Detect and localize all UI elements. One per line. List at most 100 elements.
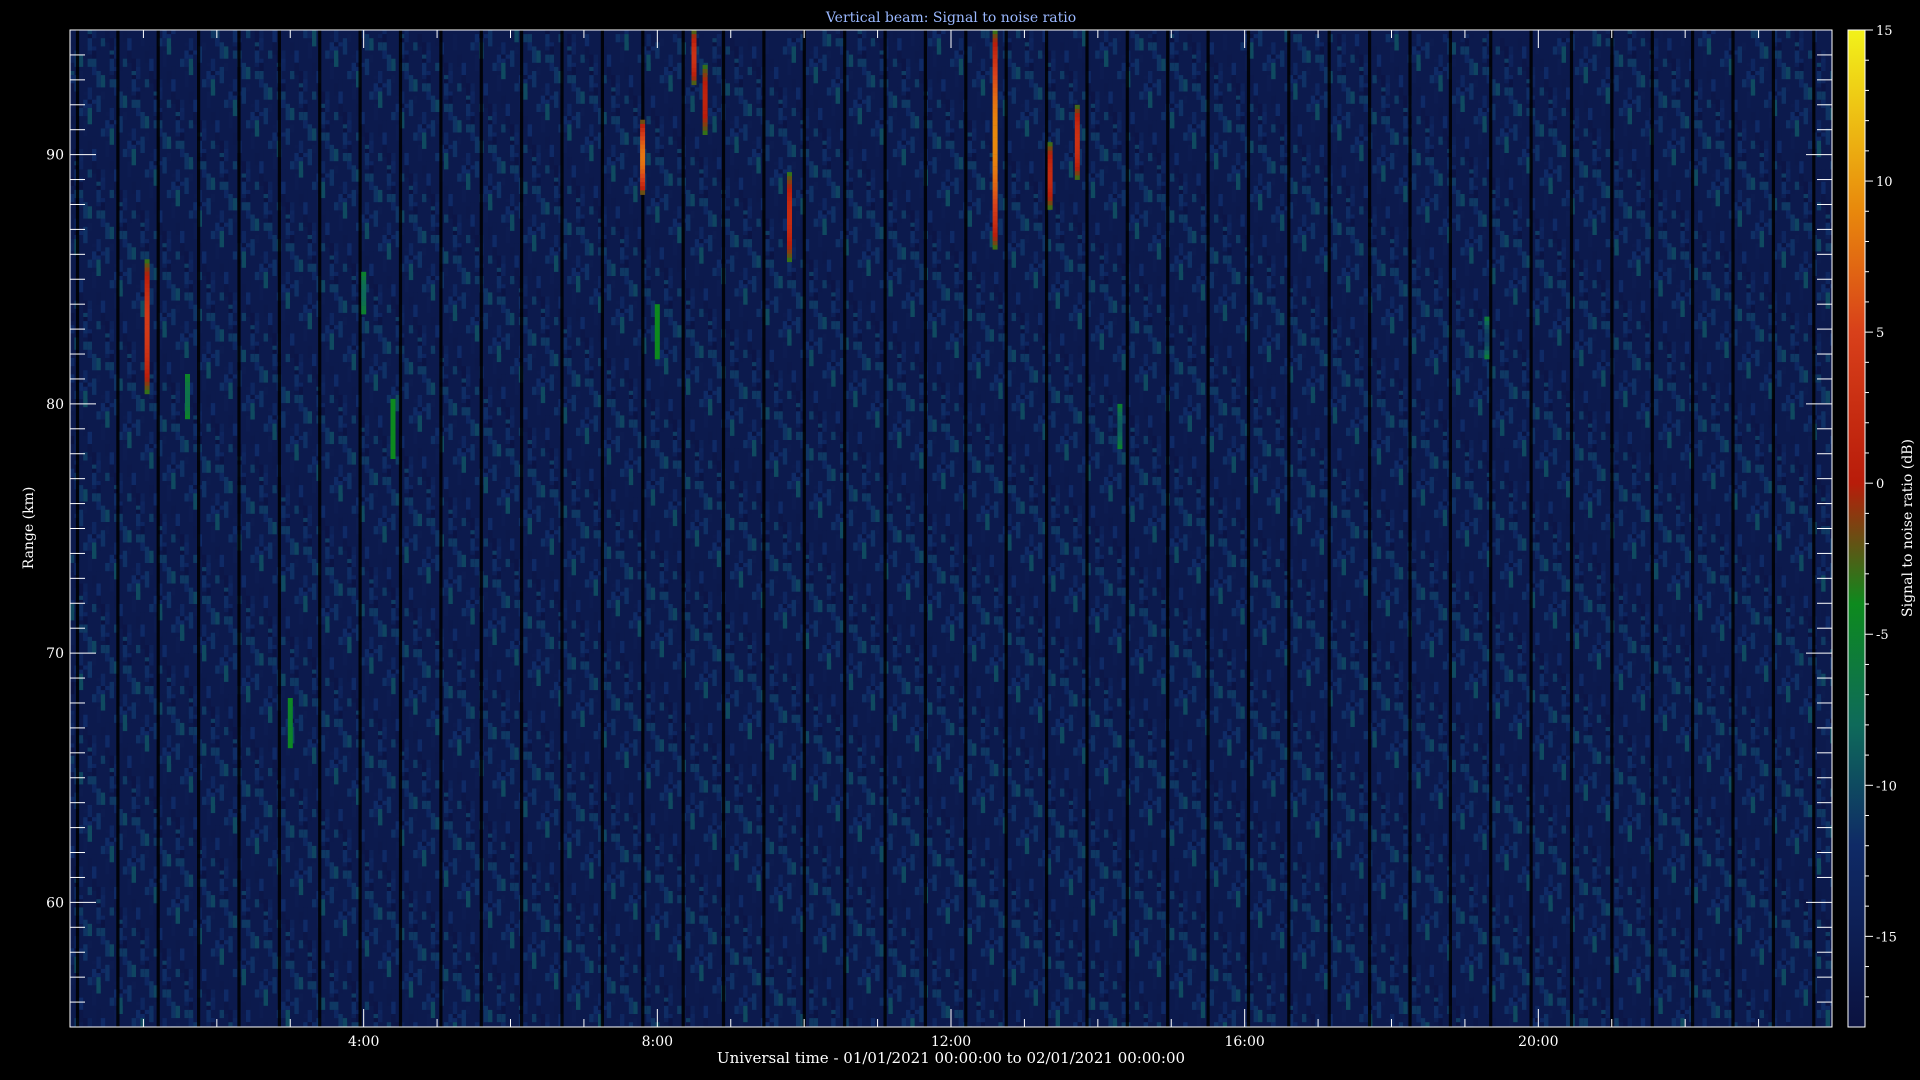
echo-cell: [702, 89, 708, 94]
snr-chart: 4:00 8:00 12:00 16:00 20:00 60 70 80 90 Vertical…: [21, 10, 1916, 1067]
echo-cell: [992, 158, 998, 163]
echo-cell: [992, 141, 998, 147]
echo-cell: [992, 129, 998, 134]
echo-cell: [1047, 184, 1053, 189]
echo-cell: [992, 187, 998, 192]
echo-cell: [992, 121, 998, 126]
echo-4: [361, 271, 367, 315]
echo-cell: [992, 133, 998, 138]
echo-cell: [390, 438, 396, 444]
colorbar-ticks: 15 10 5 0 -5 -10 -15: [1865, 24, 1897, 998]
echo-cell: [654, 304, 660, 309]
echo-cell: [390, 422, 396, 428]
echo-cell: [654, 346, 660, 351]
echo-cell: [691, 55, 697, 60]
echo-cell: [1074, 171, 1080, 176]
echo-cell: [1484, 342, 1490, 347]
echo-cell: [992, 195, 998, 200]
echo-cell: [1117, 412, 1123, 417]
echo-cell: [691, 46, 697, 52]
colorbar: [1847, 29, 1866, 1028]
colorbar-tick-label: 15: [1876, 24, 1893, 39]
y-tick-label: 80: [46, 397, 64, 413]
echo-cell: [390, 406, 396, 412]
echo-cell: [992, 46, 998, 51]
x-tick-label: 4:00: [348, 1034, 379, 1050]
echo-cell: [1047, 196, 1053, 202]
echo-cell: [787, 180, 792, 185]
echo-cell: [654, 312, 660, 318]
echo-cell: [361, 271, 367, 277]
echo-cell: [144, 381, 150, 387]
echo-cell: [1047, 201, 1053, 206]
echo-cell: [640, 132, 646, 137]
echo-cell: [992, 63, 998, 68]
heatmap-area: [70, 30, 1832, 1027]
echo-cell: [787, 257, 792, 263]
echo-cell: [702, 101, 708, 107]
echo-cell: [640, 190, 646, 195]
echo-cell: [1074, 142, 1080, 147]
echo-cell: [144, 353, 150, 358]
echo-cell: [361, 276, 367, 281]
echo-cell: [144, 279, 150, 285]
echo-cell: [144, 312, 150, 317]
echo-cell: [702, 85, 708, 90]
echo-cell: [992, 224, 998, 229]
echo-cell: [185, 406, 190, 411]
echo-cell: [992, 216, 998, 221]
echo-cell: [361, 280, 367, 285]
echo-cell: [640, 119, 646, 125]
echo-cell: [992, 30, 998, 35]
echo-cell: [1117, 403, 1123, 409]
echo-cell: [287, 739, 293, 744]
echo-cell: [992, 67, 998, 72]
echo-cell: [390, 414, 396, 420]
echo-11: [992, 30, 998, 250]
echo-cell: [287, 727, 293, 732]
echo-cell: [992, 100, 998, 105]
echo-cell: [992, 75, 998, 80]
echo-cell: [1074, 133, 1080, 139]
echo-cell: [185, 410, 190, 416]
echo-cell: [787, 233, 792, 238]
echo-cell: [1047, 188, 1053, 193]
echo-cell: [144, 345, 150, 350]
echo-cell: [702, 73, 708, 78]
echo-cell: [1484, 354, 1490, 360]
x-tick-label: 20:00: [1518, 1034, 1558, 1050]
echo-cell: [654, 350, 660, 356]
echo-cell: [787, 245, 792, 250]
echo-cell: [1074, 150, 1080, 155]
echo-cell: [185, 414, 190, 420]
echo-3: [287, 698, 293, 749]
echo-cell: [144, 385, 150, 391]
echo-cell: [702, 122, 708, 127]
echo-cell: [992, 199, 998, 205]
echo-cell: [144, 369, 150, 374]
echo-cell: [185, 386, 190, 391]
echo-cell: [654, 329, 660, 334]
echo-cell: [992, 241, 998, 246]
echo-9: [702, 64, 708, 135]
echo-cell: [787, 241, 792, 246]
echo-cell: [702, 110, 708, 115]
echo-cell: [1484, 329, 1490, 334]
echo-cell: [390, 454, 396, 459]
echo-cell: [691, 42, 697, 48]
echo-cell: [144, 296, 150, 301]
echo-cell: [992, 203, 998, 209]
echo-cell: [787, 188, 792, 193]
echo-cell: [691, 30, 697, 35]
echo-cell: [1074, 125, 1080, 130]
echo-cell: [992, 191, 998, 196]
echo-cell: [287, 718, 293, 724]
echo-cell: [1074, 162, 1080, 168]
echo-cell: [144, 357, 150, 362]
echo-cell: [1074, 104, 1080, 110]
echo-cell: [1047, 192, 1053, 198]
echo-cell: [702, 114, 708, 119]
echo-14: [1117, 403, 1123, 450]
echo-cell: [144, 267, 150, 272]
echo-cell: [702, 81, 708, 86]
